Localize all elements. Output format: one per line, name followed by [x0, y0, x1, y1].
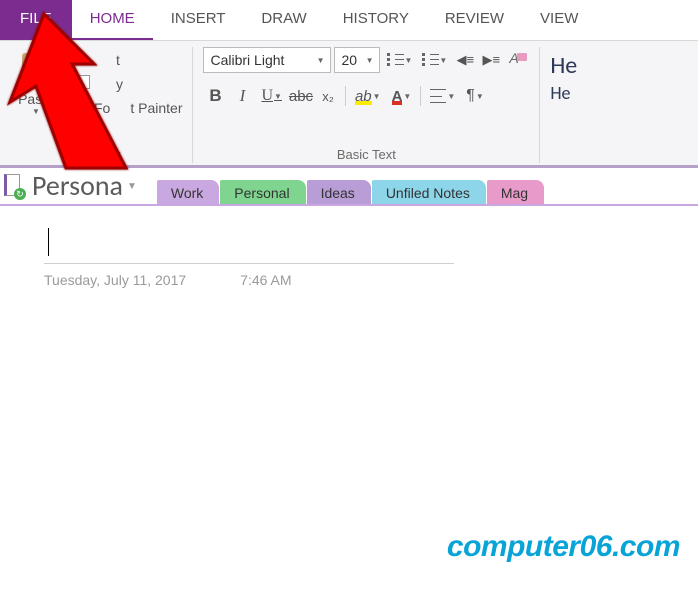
notebook-icon[interactable]: ↻ — [4, 174, 24, 198]
style-heading2: He — [550, 82, 577, 104]
group-label-clipboard: Clipboar — [10, 145, 182, 163]
outdent-icon: ◀≡ — [457, 52, 475, 68]
notebook-title[interactable]: Persona — [32, 168, 123, 203]
text-cursor — [48, 228, 49, 256]
separator — [420, 86, 421, 106]
font-color-button[interactable]: A▼ — [388, 84, 416, 108]
font-size-value: 20 — [341, 52, 357, 68]
tab-draw[interactable]: DRAW — [243, 0, 324, 40]
font-name-value: Calibri Light — [210, 52, 284, 68]
watermark: computer06.com — [447, 530, 680, 564]
strikethrough-button[interactable]: abc — [289, 84, 313, 108]
paste-icon — [19, 49, 53, 89]
separator — [345, 86, 346, 106]
section-tab-personal[interactable]: Personal — [220, 180, 305, 206]
bullets-button[interactable]: ▼ — [383, 48, 416, 72]
page-content: Tuesday, July 11, 2017 7:46 AM — [0, 206, 698, 288]
align-icon — [430, 89, 446, 103]
format-painter-prefix: Fo — [94, 100, 110, 116]
group-label-basictext: Basic Text — [203, 145, 529, 163]
bold-button[interactable]: B — [203, 84, 227, 108]
indent-icon: ▶≡ — [483, 52, 501, 68]
notebook-bar: ↻ Persona ▼ Work Personal Ideas Unfiled … — [0, 168, 698, 206]
paragraph-button[interactable]: ¶▼ — [462, 84, 488, 108]
tab-review[interactable]: REVIEW — [427, 0, 522, 40]
cut-button[interactable]: ✂ t — [70, 51, 182, 69]
group-clipboard: Paste ▼ ✂ t y ✎ Fo t Painter Clipboar — [6, 47, 193, 163]
decrease-indent-button[interactable]: ◀≡ — [453, 48, 477, 72]
section-tab-work[interactable]: Work — [157, 180, 219, 206]
underline-label: U — [261, 87, 273, 105]
numbering-icon — [422, 53, 438, 67]
scissors-icon: ✂ — [70, 51, 88, 69]
bullets-icon — [387, 53, 403, 67]
highlight-button[interactable]: ab▼ — [351, 84, 385, 108]
ribbon: Paste ▼ ✂ t y ✎ Fo t Painter Clipboar — [0, 40, 698, 168]
align-button[interactable]: ▼ — [426, 84, 459, 108]
tab-history[interactable]: HISTORY — [325, 0, 427, 40]
increase-indent-button[interactable]: ▶≡ — [479, 48, 503, 72]
tab-view[interactable]: VIEW — [522, 0, 596, 40]
italic-button[interactable]: I — [230, 84, 254, 108]
brush-icon: ✎ — [70, 99, 88, 117]
copy-label: y — [116, 76, 123, 92]
paste-button[interactable]: Paste ▼ — [10, 47, 62, 116]
copy-icon — [70, 75, 88, 93]
chevron-down-icon[interactable]: ▼ — [127, 181, 137, 192]
font-size-select[interactable]: 20 ▼ — [334, 47, 380, 73]
section-tab-unfiled[interactable]: Unfiled Notes — [372, 180, 486, 206]
tab-home[interactable]: HOME — [72, 0, 153, 40]
clear-formatting-button[interactable] — [505, 48, 529, 72]
chevron-down-icon: ▼ — [366, 56, 374, 65]
paste-label: Paste — [18, 91, 54, 107]
chevron-down-icon: ▼ — [317, 56, 325, 65]
chevron-down-icon: ▼ — [32, 107, 40, 116]
subscript-button[interactable]: x₂ — [316, 84, 340, 108]
highlight-icon: ab — [355, 88, 372, 105]
group-basic-text: Calibri Light ▼ 20 ▼ ▼ ▼ — [193, 47, 540, 163]
copy-button[interactable]: y — [70, 75, 182, 93]
tab-file[interactable]: FILE — [0, 0, 72, 40]
styles-gallery[interactable]: He He — [544, 47, 583, 104]
tab-insert[interactable]: INSERT — [153, 0, 244, 40]
page-time: 7:46 AM — [240, 272, 291, 288]
cut-label: t — [116, 52, 120, 68]
format-painter-label: t Painter — [130, 100, 182, 116]
numbering-button[interactable]: ▼ — [418, 48, 451, 72]
underline-button[interactable]: U▼ — [257, 84, 285, 108]
style-heading1: He — [550, 51, 577, 80]
section-tab-mag[interactable]: Mag — [487, 180, 544, 206]
ribbon-tabs: FILE HOME INSERT DRAW HISTORY REVIEW VIE… — [0, 0, 698, 40]
eraser-icon — [507, 51, 527, 69]
font-name-select[interactable]: Calibri Light ▼ — [203, 47, 331, 73]
sync-icon: ↻ — [14, 188, 26, 200]
pilcrow-icon: ¶ — [466, 87, 475, 105]
page-title-input[interactable] — [44, 226, 454, 264]
fontcolor-icon: A — [392, 88, 403, 105]
format-painter-button[interactable]: ✎ Fo t Painter — [70, 99, 182, 117]
section-tab-ideas[interactable]: Ideas — [307, 180, 371, 206]
section-tabs: Work Personal Ideas Unfiled Notes Mag — [157, 180, 545, 206]
page-date: Tuesday, July 11, 2017 — [44, 272, 186, 288]
group-styles: He He — [540, 47, 593, 163]
